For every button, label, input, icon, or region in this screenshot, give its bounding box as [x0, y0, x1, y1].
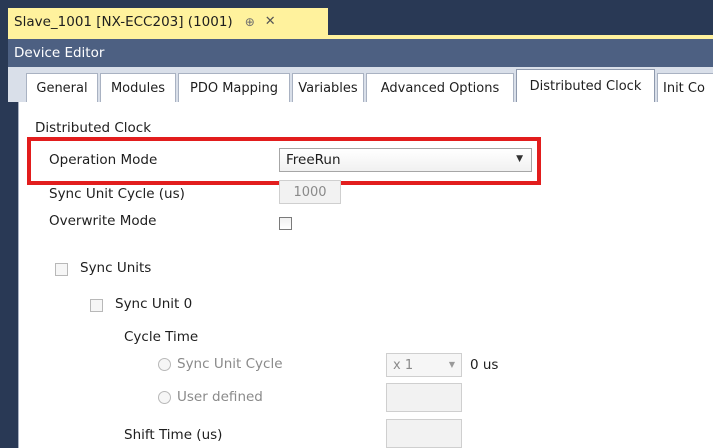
- user-defined-input[interactable]: [386, 383, 462, 412]
- chevron-down-icon[interactable]: ▼: [449, 360, 455, 369]
- overwrite-mode-checkbox[interactable]: [279, 217, 292, 230]
- sync-unit-0-checkbox[interactable]: [90, 299, 103, 312]
- distributed-clock-group-label: Distributed Clock: [35, 120, 152, 136]
- shift-time-input[interactable]: [386, 419, 462, 448]
- sync-unit-cycle-label: Sync Unit Cycle (us): [49, 186, 185, 202]
- document-tab[interactable]: Slave_1001 [NX-ECC203] (1001) ⊕ ✕: [8, 8, 328, 35]
- left-strip: [0, 0, 8, 448]
- tab-label: Modules: [110, 80, 166, 96]
- tab-general[interactable]: General: [26, 73, 98, 102]
- tab-variables[interactable]: Variables: [292, 73, 364, 102]
- tab-label: PDO Mapping: [189, 80, 278, 96]
- sync-unit-cycle-option-label: Sync Unit Cycle: [177, 356, 283, 372]
- cycle-multiplier-select[interactable]: x 1 ▼: [386, 353, 462, 377]
- sync-unit-0-label: Sync Unit 0: [115, 296, 193, 312]
- cycle-time-label: Cycle Time: [124, 329, 199, 345]
- sync-units-checkbox[interactable]: [55, 263, 68, 276]
- document-tab-title: Slave_1001 [NX-ECC203] (1001): [14, 13, 233, 30]
- sync-unit-cycle-input[interactable]: 1000: [279, 180, 341, 204]
- user-defined-radio[interactable]: [158, 391, 171, 404]
- tab-advanced-options[interactable]: Advanced Options: [366, 73, 514, 102]
- tab-bar: General Modules PDO Mapping Variables Ad…: [8, 67, 713, 102]
- user-defined-option-label: User defined: [177, 389, 263, 405]
- sync-units-label: Sync Units: [80, 260, 152, 276]
- tab-distributed-clock[interactable]: Distributed Clock: [516, 69, 655, 102]
- cycle-result-value: 0 us: [470, 357, 499, 373]
- close-icon[interactable]: ✕: [265, 14, 276, 29]
- tab-pdo-mapping[interactable]: PDO Mapping: [178, 73, 290, 102]
- pin-icon[interactable]: ⊕: [245, 15, 255, 29]
- tab-label: Variables: [298, 80, 358, 96]
- sync-unit-cycle-value: 1000: [293, 184, 327, 200]
- cycle-multiplier-value: x 1: [393, 357, 414, 373]
- tab-label: Advanced Options: [380, 80, 500, 96]
- shift-time-label: Shift Time (us): [124, 427, 223, 443]
- device-editor-title: Device Editor: [14, 45, 105, 61]
- tab-modules[interactable]: Modules: [100, 73, 176, 102]
- sync-unit-cycle-radio[interactable]: [158, 358, 171, 371]
- tab-label: General: [36, 80, 88, 96]
- overwrite-mode-label: Overwrite Mode: [49, 213, 157, 229]
- highlight-box: [27, 137, 541, 185]
- tab-label: Init Co: [663, 80, 705, 96]
- device-editor-header: Device Editor: [8, 39, 713, 67]
- tab-init-commands[interactable]: Init Co: [657, 73, 713, 102]
- tab-label: Distributed Clock: [529, 78, 642, 94]
